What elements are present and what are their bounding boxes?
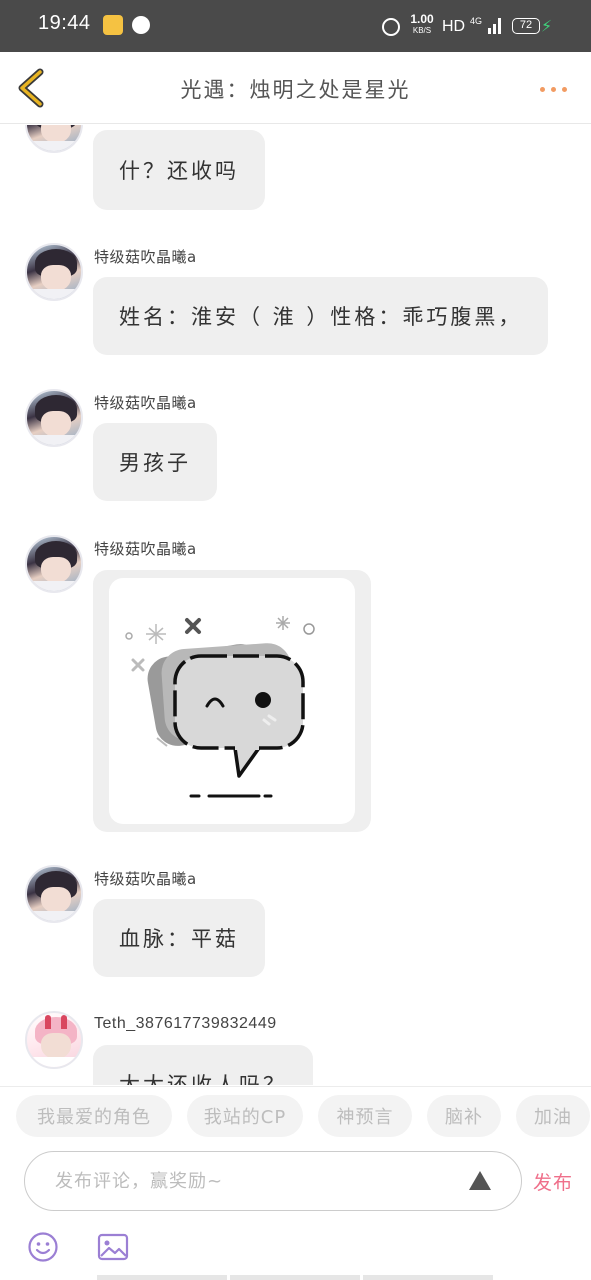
image-icon[interactable]: [97, 1233, 129, 1261]
quick-reply-chips: 我最爱的角色 我站的CP 神预言 脑补 加油: [0, 1086, 591, 1146]
chip-cheer[interactable]: 加油: [516, 1095, 590, 1137]
username: 特级菇吹晶曦a: [94, 394, 197, 412]
username: 特级菇吹晶曦a: [94, 248, 197, 266]
message-bubble[interactable]: 姓名：淮安（ 淮 ）性格：乖巧腹黑，: [93, 277, 549, 355]
message-bubble[interactable]: 男孩子: [93, 423, 217, 501]
username: 特级菇吹晶曦a: [94, 870, 197, 888]
more-options-button[interactable]: [534, 80, 574, 96]
avatar[interactable]: [25, 865, 83, 923]
sticker-image: [109, 578, 355, 824]
speech-bubble-sticker-icon: [125, 616, 315, 798]
divider: [230, 1275, 360, 1280]
network-speed-unit: KB/S: [412, 26, 432, 35]
network-speed: 1.00 KB/S: [408, 12, 436, 36]
expand-up-icon[interactable]: [465, 1166, 495, 1196]
chip-favorite-character[interactable]: 我最爱的角色: [16, 1095, 172, 1137]
chip-imagine[interactable]: 脑补: [427, 1095, 501, 1137]
chip-my-cp[interactable]: 我站的CP: [187, 1095, 303, 1137]
status-bar: 19:44 1.00 KB/S HD 4G 72 ⚡: [0, 0, 591, 52]
publish-button[interactable]: 发布: [533, 1168, 573, 1195]
avatar[interactable]: [25, 125, 83, 153]
alarm-icon: [382, 18, 400, 36]
divider: [363, 1275, 493, 1280]
signal-icon: 4G: [470, 16, 504, 34]
message-bubble[interactable]: 什？还收吗: [93, 130, 265, 210]
weibo-notification-icon: [103, 15, 123, 35]
hd-indicator: HD: [442, 18, 466, 35]
comment-box[interactable]: [24, 1151, 522, 1211]
emoji-icon[interactable]: [27, 1231, 59, 1263]
status-time: 19:44: [38, 12, 91, 34]
charging-icon: ⚡: [541, 16, 553, 36]
divider: [97, 1275, 227, 1280]
top-bar: 光遇：烛明之处是星光: [0, 52, 591, 124]
page-title: 光遇：烛明之处是星光: [180, 78, 411, 102]
battery-icon: 72: [512, 18, 540, 34]
chat-list[interactable]: 什？还收吗 特级菇吹晶曦a 姓名：淮安（ 淮 ）性格：乖巧腹黑， 特级菇吹晶曦a…: [0, 125, 591, 1085]
message-bubble[interactable]: 血脉：平菇: [93, 899, 265, 977]
browser-notification-icon: [132, 16, 150, 34]
avatar[interactable]: [25, 535, 83, 593]
username: 特级菇吹晶曦a: [94, 540, 197, 558]
network-type: 4G: [470, 16, 483, 26]
username: Teth_387617739832449: [94, 1015, 277, 1032]
avatar[interactable]: [25, 389, 83, 447]
network-speed-value: 1.00: [410, 12, 434, 26]
message-bubble[interactable]: 太太还收人吗？: [93, 1045, 313, 1085]
comment-input[interactable]: [55, 1164, 455, 1198]
sticker-message[interactable]: [93, 570, 371, 832]
avatar[interactable]: [25, 243, 83, 301]
avatar[interactable]: [25, 1011, 83, 1069]
chip-prophecy[interactable]: 神预言: [318, 1095, 412, 1137]
